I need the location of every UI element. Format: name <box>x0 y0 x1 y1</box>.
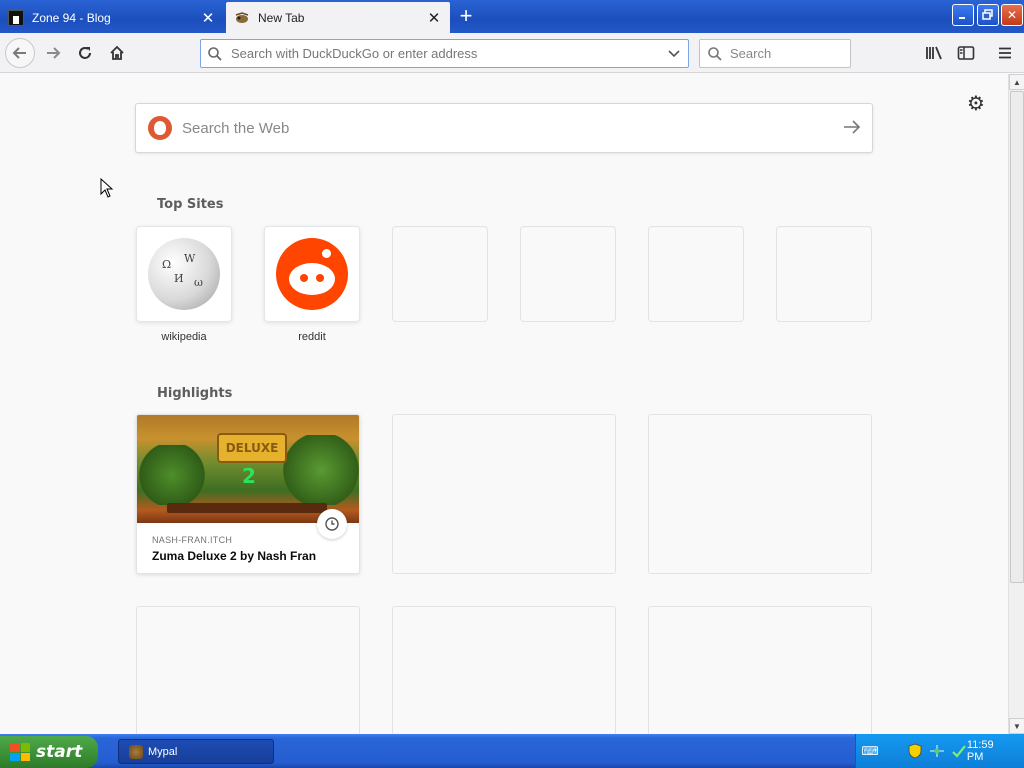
top-site-empty-slot[interactable] <box>392 226 488 322</box>
close-tab-icon[interactable]: ✕ <box>426 10 442 27</box>
web-search-box[interactable] <box>135 103 873 153</box>
wikipedia-globe-icon: Ω W И ω <box>148 238 220 310</box>
windows-flag-icon <box>10 743 30 761</box>
top-sites-heading: Top Sites <box>157 197 224 212</box>
gear-icon[interactable]: ⚙ <box>966 94 986 114</box>
zone94-favicon-icon <box>8 9 24 26</box>
minimize-window-icon[interactable] <box>952 4 974 26</box>
taskbar-clock[interactable]: 11:59 PM <box>967 739 1010 763</box>
address-bar[interactable] <box>200 39 689 68</box>
tab-zone94-blog[interactable]: Zone 94 - Blog ✕ <box>0 2 224 33</box>
top-site-empty-slot[interactable] <box>648 226 744 322</box>
highlight-empty-slot <box>648 606 872 734</box>
menu-button[interactable] <box>991 39 1019 67</box>
thumbnail-logo-number: 2 <box>242 464 256 488</box>
highlight-empty-slot <box>136 606 360 734</box>
tab-title: Zone 94 - Blog <box>32 10 111 25</box>
system-tray: ⌨ 11:59 PM <box>855 734 1024 768</box>
reload-button[interactable] <box>71 39 99 67</box>
back-arrow-icon <box>12 47 26 59</box>
top-site-empty-slot[interactable] <box>776 226 872 322</box>
antivirus-icon[interactable] <box>951 743 967 759</box>
mypal-app-icon <box>129 744 143 759</box>
duckduckgo-logo-icon <box>148 116 172 140</box>
close-tab-icon[interactable]: ✕ <box>200 10 216 27</box>
keyboard-icon[interactable]: ⌨ <box>861 743 878 759</box>
tab-title: New Tab <box>258 10 305 25</box>
highlight-card[interactable]: DELUXE 2 NASH-FRAN.ITCH Zuma Deluxe 2 by… <box>136 414 360 574</box>
highlight-empty-slot <box>648 414 872 574</box>
thumbnail-logo-text: DELUXE <box>217 433 287 463</box>
highlight-source: NASH-FRAN.ITCH <box>152 535 233 545</box>
clock-icon <box>317 509 347 539</box>
new-tab-page: ⚙ Top Sites Ω W И ω wikipedia reddit Hig… <box>0 74 1008 734</box>
back-button[interactable] <box>5 38 35 68</box>
forward-button[interactable] <box>39 39 67 67</box>
search-icon <box>201 46 229 62</box>
scroll-up-arrow-icon[interactable]: ▲ <box>1009 74 1024 90</box>
scroll-down-arrow-icon[interactable]: ▼ <box>1009 718 1024 734</box>
taskbar-app-label: Mypal <box>148 745 178 758</box>
close-window-icon[interactable]: ✕ <box>1001 4 1023 26</box>
tab-new-tab[interactable]: New Tab ✕ <box>226 2 450 33</box>
highlight-title: Zuma Deluxe 2 by Nash Fran <box>152 549 317 563</box>
top-site-empty-slot[interactable] <box>520 226 616 322</box>
tab-strip: Zone 94 - Blog ✕ New Tab ✕ + ✕ <box>0 0 1024 33</box>
library-button[interactable] <box>920 39 948 67</box>
address-input[interactable] <box>229 46 660 61</box>
web-search-input[interactable] <box>182 119 832 137</box>
navigation-toolbar <box>0 33 1024 73</box>
search-input[interactable] <box>730 46 850 61</box>
reddit-alien-icon <box>276 238 348 310</box>
taskbar: start Mypal ⌨ 11:59 PM <box>0 734 1024 768</box>
top-site-reddit[interactable] <box>264 226 360 322</box>
search-icon <box>700 46 730 62</box>
highlight-thumbnail: DELUXE 2 <box>137 415 359 523</box>
library-icon <box>926 46 942 60</box>
forward-arrow-icon <box>47 47 61 59</box>
start-button[interactable]: start <box>0 736 98 768</box>
highlight-empty-slot <box>392 414 616 574</box>
home-button[interactable] <box>103 39 131 67</box>
security-shield-icon[interactable] <box>908 743 923 759</box>
mypal-favicon-icon <box>234 10 250 26</box>
chevron-down-icon[interactable] <box>660 49 688 58</box>
mouse-cursor-icon <box>100 178 114 198</box>
top-site-label: reddit <box>298 331 326 343</box>
reload-icon <box>79 47 91 59</box>
start-label: start <box>36 742 83 762</box>
scrollbar-thumb[interactable] <box>1010 91 1024 583</box>
home-icon <box>110 45 124 60</box>
top-site-wikipedia[interactable]: Ω W И ω <box>136 226 232 322</box>
search-bar[interactable] <box>699 39 851 68</box>
new-tab-plus-icon[interactable]: + <box>452 4 480 30</box>
restore-window-icon[interactable] <box>977 4 999 26</box>
highlights-heading: Highlights <box>157 386 233 401</box>
highlight-empty-slot <box>392 606 616 734</box>
sidebar-icon <box>957 46 975 60</box>
vertical-scrollbar[interactable]: ▲ ▼ <box>1008 74 1024 734</box>
network-icon[interactable] <box>929 743 945 759</box>
top-site-label: wikipedia <box>161 331 207 343</box>
arrow-right-icon[interactable] <box>832 118 872 139</box>
sidebar-button[interactable] <box>952 39 980 67</box>
hamburger-menu-icon <box>999 47 1011 59</box>
taskbar-app-button[interactable]: Mypal <box>118 739 274 764</box>
